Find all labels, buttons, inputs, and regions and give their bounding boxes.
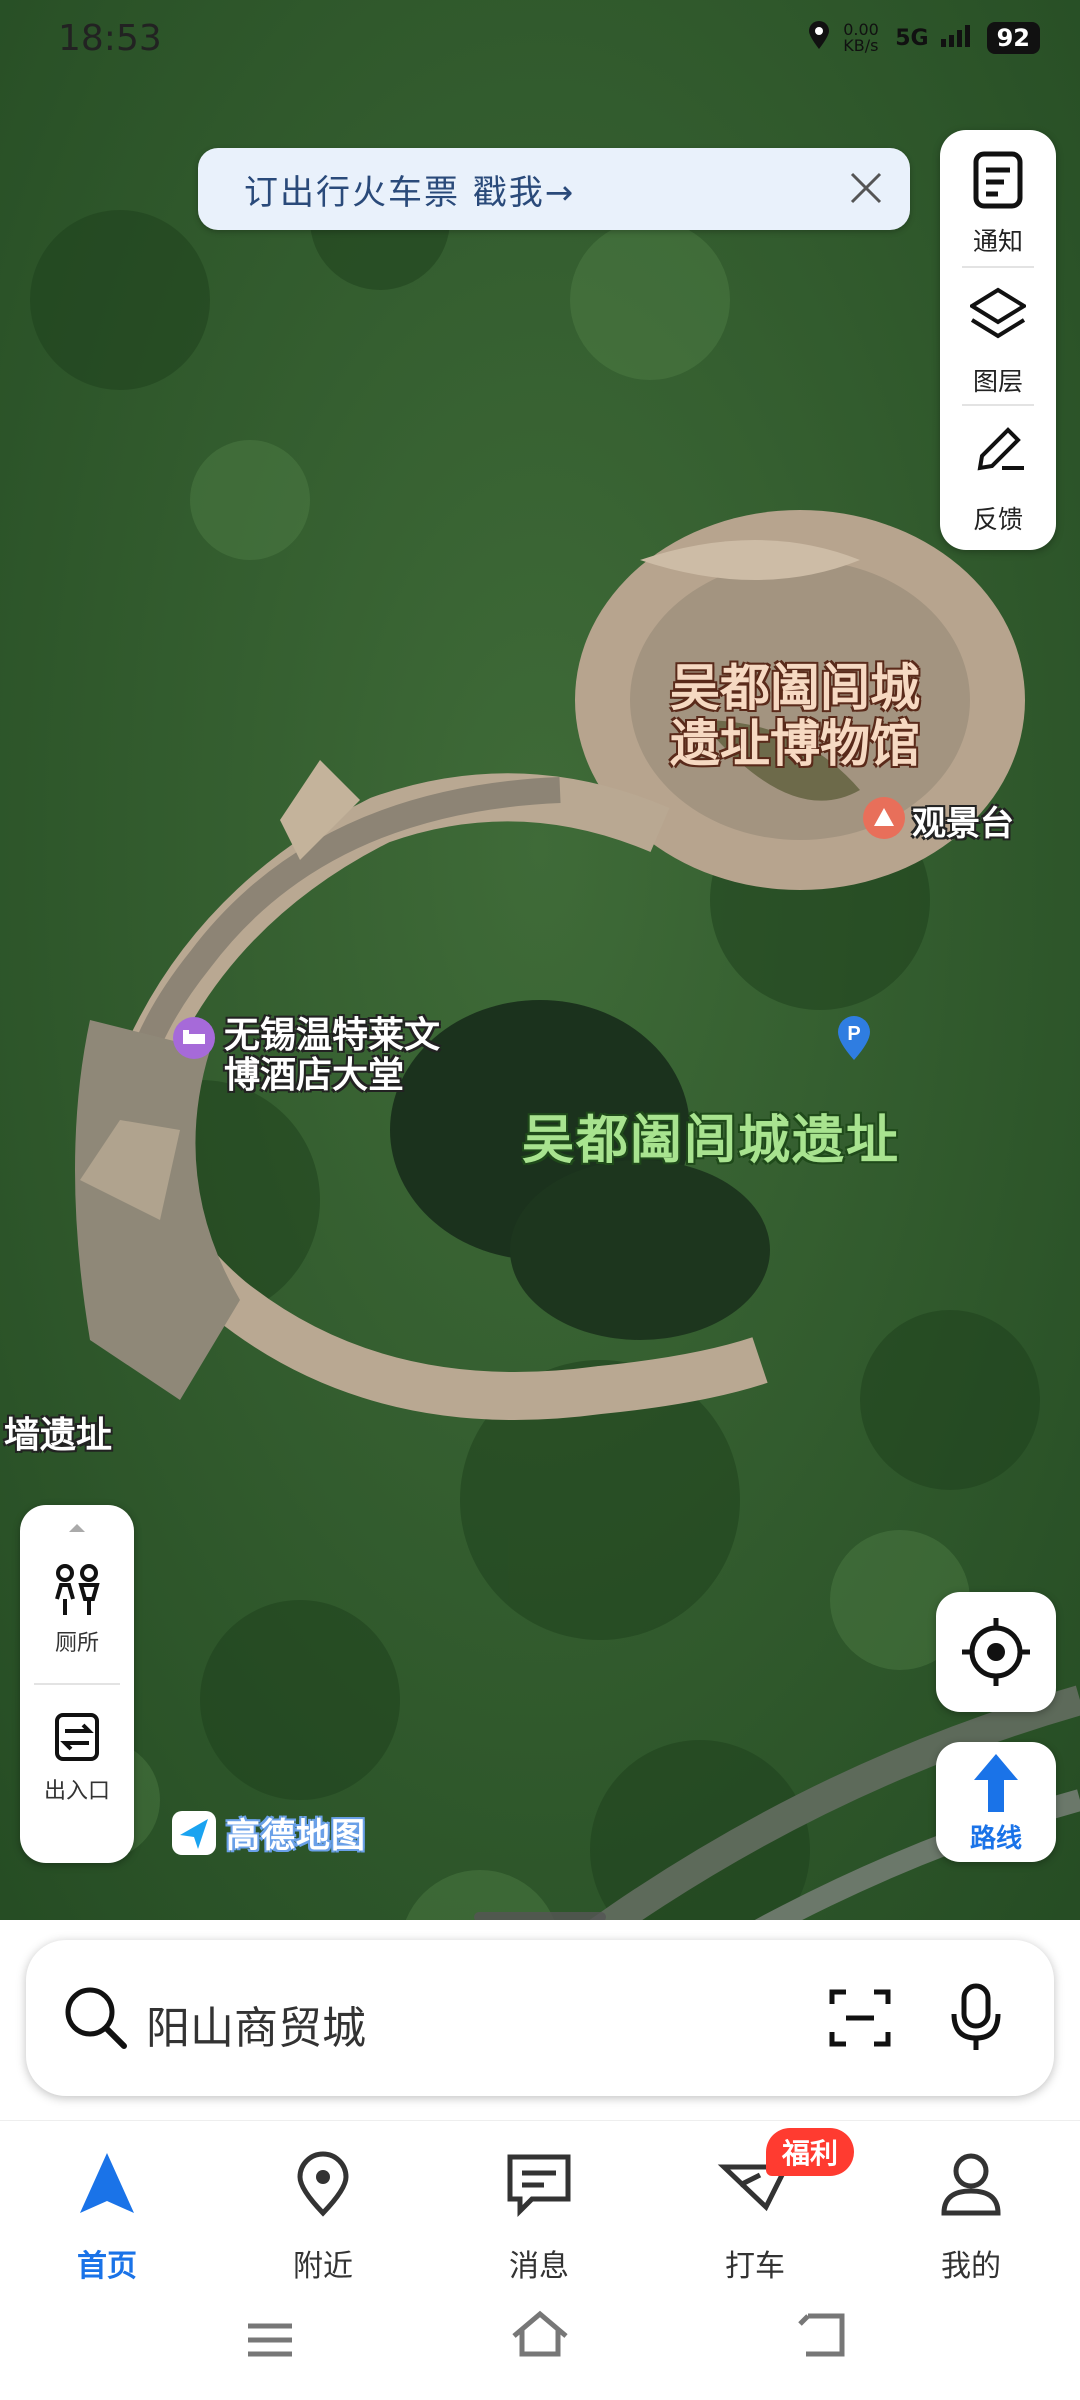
tab-nearby[interactable]: 附近 [248, 2145, 398, 2284]
route-arrow-icon [974, 1754, 1018, 1812]
location-pin-icon [297, 2151, 349, 2217]
map-tools-panel: 通知 图层 反馈 [940, 130, 1056, 550]
parking-icon[interactable]: P [832, 1012, 876, 1062]
status-time: 18:53 [58, 18, 162, 59]
notify-button[interactable]: 通知 [940, 130, 1056, 264]
layers-button[interactable]: 图层 [940, 270, 1056, 404]
signal-icon [940, 23, 975, 53]
tab-home-label: 首页 [77, 2249, 137, 2284]
microphone-icon[interactable] [948, 1982, 1004, 2054]
search-bar[interactable]: 阳山商贸城 [26, 1940, 1054, 2096]
hotel-poi[interactable]: 无锡温特莱文 博酒店大堂 [172, 1016, 440, 1096]
map-view[interactable]: 吴都阖闾城 遗址博物馆 观景台 无锡温特莱文 博酒店大堂 P 吴都阖闾城遗址 墙… [0, 0, 1080, 2120]
entrance-icon [55, 1713, 99, 1761]
svg-text:P: P [847, 1023, 860, 1045]
entrance-label: 出入口 [43, 1779, 110, 1804]
locate-button[interactable] [936, 1592, 1056, 1712]
notify-label: 通知 [972, 227, 1023, 256]
edit-icon [977, 427, 1024, 471]
message-icon [507, 2154, 571, 2218]
net-speed: 0.00 KB/s [843, 20, 879, 55]
site-label[interactable]: 吴都阖闾城遗址 [522, 1098, 900, 1173]
menu-icon[interactable] [238, 2308, 302, 2372]
divider [962, 404, 1034, 406]
amap-logo: 高德地图 [170, 1808, 366, 1857]
toilet-icon [55, 1564, 100, 1615]
route-button[interactable]: 路线 [936, 1742, 1056, 1862]
search-input[interactable]: 阳山商贸城 [146, 1992, 366, 2056]
status-bar: 18:53 0.00 KB/s 5G 92 [0, 0, 1080, 80]
tab-messages[interactable]: 消息 [464, 2145, 614, 2284]
museum-label-line1: 吴都阖闾城 [670, 659, 920, 717]
toilet-button[interactable]: 厕所 [20, 1555, 134, 1695]
divider [34, 1683, 120, 1685]
status-icons: 0.00 KB/s 5G 92 [807, 20, 1040, 56]
back-icon[interactable] [790, 2304, 854, 2368]
home-arrow-icon [80, 2153, 134, 2213]
train-ticket-banner[interactable]: 订出行火车票 戳我→ [198, 148, 910, 230]
layers-icon [970, 287, 1026, 339]
battery-level: 92 [986, 22, 1040, 54]
viewing-platform-label: 观景台 [912, 804, 1014, 844]
hotel-label-line1: 无锡温特莱文 [224, 1015, 441, 1056]
tab-profile-label: 我的 [941, 2249, 1001, 2284]
museum-label-line2: 遗址博物馆 [670, 715, 920, 773]
tab-taxi-label: 打车 [725, 2249, 785, 2284]
amap-logo-icon [172, 1810, 216, 1855]
layers-label: 图层 [972, 367, 1023, 396]
user-icon [941, 2153, 1001, 2216]
toilet-label: 厕所 [54, 1631, 99, 1656]
bottom-tab-bar: 首页 附近 消息 打车 我的 [0, 2120, 1080, 2284]
home-icon[interactable] [508, 2304, 572, 2368]
crosshair-icon [962, 1618, 1030, 1686]
location-icon [807, 20, 831, 56]
close-icon[interactable] [844, 166, 888, 210]
poi-filter-panel: 厕所 出入口 [20, 1505, 134, 1863]
wall-ruins-label[interactable]: 墙遗址 [4, 1406, 112, 1458]
divider [962, 266, 1034, 268]
notification-icon [973, 151, 1023, 209]
network-type: 5G [895, 25, 929, 51]
tab-home[interactable]: 首页 [32, 2145, 182, 2284]
tab-messages-label: 消息 [509, 2249, 569, 2284]
hotel-label-line2: 博酒店大堂 [224, 1055, 405, 1096]
system-nav-bar [0, 2280, 1080, 2400]
route-label: 路线 [969, 1824, 1022, 1854]
tab-nearby-label: 附近 [293, 2249, 353, 2284]
entrance-button[interactable]: 出入口 [20, 1701, 134, 1841]
feedback-button[interactable]: 反馈 [940, 408, 1056, 542]
hotel-icon [172, 1017, 216, 1078]
viewpoint-icon [862, 797, 906, 843]
feedback-label: 反馈 [972, 505, 1023, 534]
tab-profile[interactable]: 我的 [896, 2145, 1046, 2284]
viewing-platform-poi[interactable]: 观景台 [862, 796, 1014, 845]
amap-logo-text: 高德地图 [226, 1816, 366, 1856]
scan-icon[interactable] [828, 1986, 892, 2050]
chevron-up-icon[interactable] [67, 1519, 87, 1538]
search-icon [65, 1987, 127, 2049]
banner-text[interactable]: 订出行火车票 戳我→ [244, 165, 575, 214]
welfare-badge[interactable]: 福利 [766, 2128, 855, 2176]
museum-label[interactable]: 吴都阖闾城 遗址博物馆 [670, 660, 920, 772]
